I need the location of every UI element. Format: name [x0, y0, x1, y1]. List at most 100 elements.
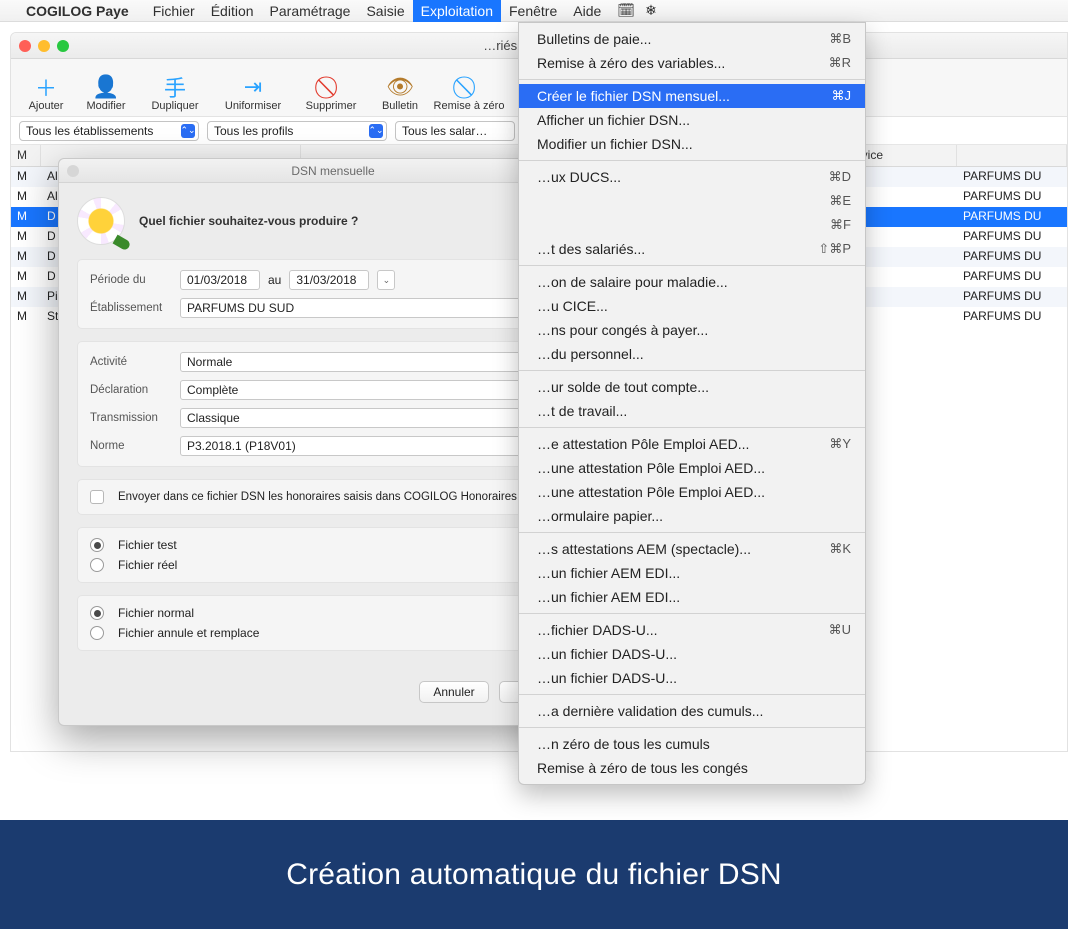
select-activite[interactable]: Normale▴▾ [180, 352, 556, 372]
filter-profils-value: Tous les profils [214, 124, 293, 138]
menu-saisie[interactable]: Saisie [358, 0, 412, 22]
menu-item[interactable]: …s attestations AEM (spectacle)...⌘K [519, 537, 865, 561]
menu-item[interactable]: …ormulaire papier... [519, 504, 865, 528]
cancel-button[interactable]: Annuler [419, 681, 489, 703]
menu-item[interactable]: …a dernière validation des cumuls... [519, 699, 865, 723]
select-norme[interactable]: P3.2018.1 (P18V01)▴▾ [180, 436, 556, 456]
input-date-to[interactable]: 31/03/2018 [289, 270, 369, 290]
menu-item[interactable]: …ux DUCS...⌘D [519, 165, 865, 189]
label-honoraires: Envoyer dans ce fichier DSN les honorair… [118, 491, 517, 503]
radio-fichier-reel[interactable] [90, 558, 104, 572]
menu-exploitation[interactable]: Exploitation [413, 0, 501, 22]
select-norme-value: P3.2018.1 (P18V01) [187, 439, 296, 453]
filter-profils[interactable]: Tous les profils ⌃⌄ [207, 121, 387, 141]
label-norme: Norme [90, 440, 172, 452]
toolbar-uniformiser[interactable]: ⇥Uniformiser [215, 74, 291, 112]
chevron-updown-icon: ⌃⌄ [181, 124, 195, 138]
minimize-icon[interactable] [38, 40, 50, 52]
label-fichier-normal: Fichier normal [118, 606, 194, 620]
label-activite: Activité [90, 356, 172, 368]
window-traffic-lights[interactable] [19, 40, 69, 52]
toolbar-dupliquer[interactable]: ⼿Dupliquer [137, 74, 213, 112]
menu-item[interactable]: …du personnel... [519, 342, 865, 366]
menu-item[interactable]: …t des salariés...⇧⌘P [519, 237, 865, 261]
menu-item[interactable]: Remise à zéro des variables...⌘R [519, 51, 865, 75]
menu-item[interactable]: …un fichier DADS-U... [519, 666, 865, 690]
panel-normal-annule: Fichier normal Fichier annule et remplac… [77, 595, 569, 651]
dialog-title: DSN mensuelle [79, 164, 587, 178]
toolbar-ajouter[interactable]: ＋Ajouter [17, 74, 75, 112]
date-stepper[interactable]: ⌄ [377, 270, 395, 290]
checkbox-honoraires[interactable] [90, 490, 104, 504]
menu-item[interactable]: …n zéro de tous les cumuls [519, 732, 865, 756]
menu-item[interactable]: Afficher un fichier DSN... [519, 108, 865, 132]
menu-item[interactable]: …une attestation Pôle Emploi AED... [519, 456, 865, 480]
menu-item[interactable]: Bulletins de paie...⌘B [519, 27, 865, 51]
menu-edition[interactable]: Édition [203, 0, 262, 22]
dialog-close-icon[interactable] [67, 165, 79, 177]
menu-item[interactable]: …on de salaire pour maladie... [519, 270, 865, 294]
menu-parametrage[interactable]: Paramétrage [262, 0, 359, 22]
menu-item[interactable]: …un fichier DADS-U... [519, 642, 865, 666]
snowflake-icon[interactable]: ❄︎ [645, 2, 657, 19]
menu-item[interactable]: …u CICE... [519, 294, 865, 318]
modifier-icon: 👤 [77, 74, 135, 100]
zoom-icon[interactable] [57, 40, 69, 52]
panel-honoraires: Envoyer dans ce fichier DSN les honorair… [77, 479, 569, 515]
filter-salaries[interactable]: Tous les salar… [395, 121, 515, 141]
menu-aide[interactable]: Aide [565, 0, 609, 22]
menu-item[interactable]: ⌘F [519, 213, 865, 237]
toolbar-supprimer[interactable]: ⃠Supprimer [293, 74, 369, 112]
label-au: au [268, 273, 281, 287]
menu-item[interactable]: …e attestation Pôle Emploi AED...⌘Y [519, 432, 865, 456]
exploitation-menu-dropdown: Bulletins de paie...⌘BRemise à zéro des … [518, 22, 866, 785]
select-activite-value: Normale [187, 355, 232, 369]
toolbar-remise à zéro[interactable]: ⃠Remise à zéro [431, 74, 507, 112]
toolbar-modifier[interactable]: 👤Modifier [77, 74, 135, 112]
flower-icon [77, 197, 125, 245]
menu-item[interactable]: Créer le fichier DSN mensuel...⌘J [519, 84, 865, 108]
bulletin-icon: 👁 [371, 74, 429, 100]
close-icon[interactable] [19, 40, 31, 52]
calendar-icon[interactable]: 🗓 [617, 2, 635, 19]
menu-item[interactable]: Remise à zéro de tous les congés [519, 756, 865, 780]
menu-fenetre[interactable]: Fenêtre [501, 0, 565, 22]
select-transmission[interactable]: Classique▴▾ [180, 408, 556, 428]
menu-item[interactable]: ⌘E [519, 189, 865, 213]
toolbar-label: Remise à zéro [431, 100, 507, 112]
toolbar-label: Bulletin [371, 100, 429, 112]
label-fichier-reel: Fichier réel [118, 558, 177, 572]
toolbar-label: Uniformiser [215, 100, 291, 112]
menu-item[interactable]: …une attestation Pôle Emploi AED... [519, 480, 865, 504]
select-etablissement[interactable]: PARFUMS DU SUD ▴▾ [180, 298, 556, 318]
select-declaration-value: Complète [187, 383, 238, 397]
filter-salaries-value: Tous les salar… [402, 124, 487, 138]
radio-fichier-annule[interactable] [90, 626, 104, 640]
dsn-dialog: DSN mensuelle Quel fichier souhaitez-vou… [58, 158, 588, 726]
menu-item[interactable]: Modifier un fichier DSN... [519, 132, 865, 156]
menu-fichier[interactable]: Fichier [145, 0, 203, 22]
menu-item[interactable]: …un fichier AEM EDI... [519, 561, 865, 585]
slide-caption: Création automatique du fichier DSN [0, 820, 1068, 929]
uniformiser-icon: ⇥ [215, 74, 291, 100]
dialog-titlebar: DSN mensuelle [59, 159, 587, 183]
filter-etablissement[interactable]: Tous les établissements ⌃⌄ [19, 121, 199, 141]
menu-item[interactable]: …fichier DADS-U...⌘U [519, 618, 865, 642]
radio-fichier-normal[interactable] [90, 606, 104, 620]
menu-item[interactable]: …un fichier AEM EDI... [519, 585, 865, 609]
col-header-m[interactable]: M [11, 145, 41, 166]
select-declaration[interactable]: Complète▴▾ [180, 380, 556, 400]
input-date-from[interactable]: 01/03/2018 [180, 270, 260, 290]
supprimer-icon: ⃠ [293, 74, 369, 100]
app-name[interactable]: COGILOG Paye [20, 1, 135, 21]
radio-fichier-test[interactable] [90, 538, 104, 552]
label-etablissement: Établissement [90, 302, 172, 314]
menu-item[interactable]: …t de travail... [519, 399, 865, 423]
panel-test-reel: Fichier test Fichier réel [77, 527, 569, 583]
toolbar-bulletin[interactable]: 👁Bulletin [371, 74, 429, 112]
toolbar-label: Dupliquer [137, 100, 213, 112]
select-transmission-value: Classique [187, 411, 240, 425]
dupliquer-icon: ⼿ [137, 74, 213, 100]
menu-item[interactable]: …ur solde de tout compte... [519, 375, 865, 399]
menu-item[interactable]: …ns pour congés à payer... [519, 318, 865, 342]
